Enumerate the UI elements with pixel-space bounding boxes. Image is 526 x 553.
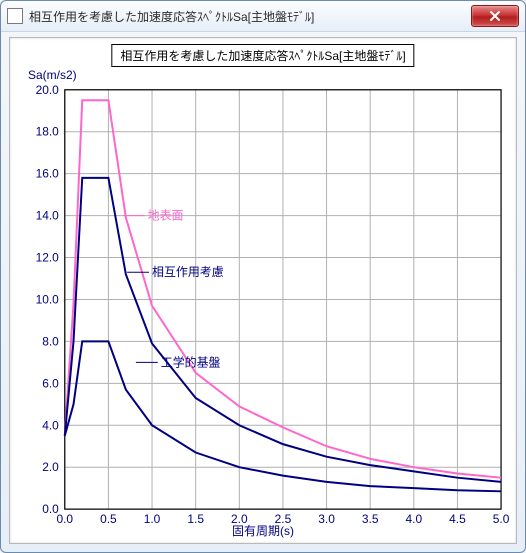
svg-text:14.0: 14.0 bbox=[36, 209, 60, 223]
svg-text:4.0: 4.0 bbox=[42, 418, 59, 432]
window-frame: 相互作用を考慮した加速度応答ｽﾍﾟｸﾄﾙSa[主地盤ﾓﾃﾞﾙ] 相互作用を考慮し… bbox=[0, 0, 526, 553]
svg-text:10.0: 10.0 bbox=[36, 292, 60, 306]
svg-text:2.0: 2.0 bbox=[231, 512, 248, 526]
svg-text:0.0: 0.0 bbox=[42, 502, 59, 516]
svg-text:1.5: 1.5 bbox=[187, 512, 204, 526]
svg-text:5.0: 5.0 bbox=[493, 512, 510, 526]
svg-text:3.0: 3.0 bbox=[318, 512, 335, 526]
svg-text:8.0: 8.0 bbox=[42, 334, 59, 348]
svg-text:0.5: 0.5 bbox=[100, 512, 117, 526]
chart-panel: 相互作用を考慮した加速度応答ｽﾍﾟｸﾄﾙSa[主地盤ﾓﾃﾞﾙ] Sa(m/s2)… bbox=[9, 37, 517, 544]
chart-plot: 0.0 0.5 1.0 1.5 2.0 2.5 3.0 3.5 4.0 4.5 5.0 0.0 2.0 4… bbox=[10, 38, 516, 543]
svg-text:地表面: 地表面 bbox=[148, 209, 184, 223]
close-button[interactable] bbox=[471, 5, 519, 27]
svg-text:3.5: 3.5 bbox=[362, 512, 379, 526]
svg-text:4.5: 4.5 bbox=[449, 512, 466, 526]
window-title: 相互作用を考慮した加速度応答ｽﾍﾟｸﾄﾙSa[主地盤ﾓﾃﾞﾙ] bbox=[29, 8, 471, 25]
svg-text:18.0: 18.0 bbox=[36, 125, 60, 139]
svg-text:工学的基盤: 工学的基盤 bbox=[161, 354, 221, 369]
svg-text:4.0: 4.0 bbox=[405, 512, 422, 526]
close-icon bbox=[489, 10, 501, 22]
svg-text:6.0: 6.0 bbox=[42, 376, 59, 390]
svg-text:2.5: 2.5 bbox=[275, 512, 292, 526]
svg-text:相互作用考慮: 相互作用考慮 bbox=[152, 265, 224, 279]
app-icon bbox=[7, 8, 23, 24]
svg-text:2.0: 2.0 bbox=[42, 460, 59, 474]
svg-text:16.0: 16.0 bbox=[36, 167, 60, 181]
svg-text:12.0: 12.0 bbox=[36, 251, 60, 265]
titlebar: 相互作用を考慮した加速度応答ｽﾍﾟｸﾄﾙSa[主地盤ﾓﾃﾞﾙ] bbox=[1, 1, 525, 32]
svg-text:1.0: 1.0 bbox=[144, 512, 161, 526]
svg-text:20.0: 20.0 bbox=[36, 83, 60, 97]
svg-text:0.0: 0.0 bbox=[56, 512, 73, 526]
